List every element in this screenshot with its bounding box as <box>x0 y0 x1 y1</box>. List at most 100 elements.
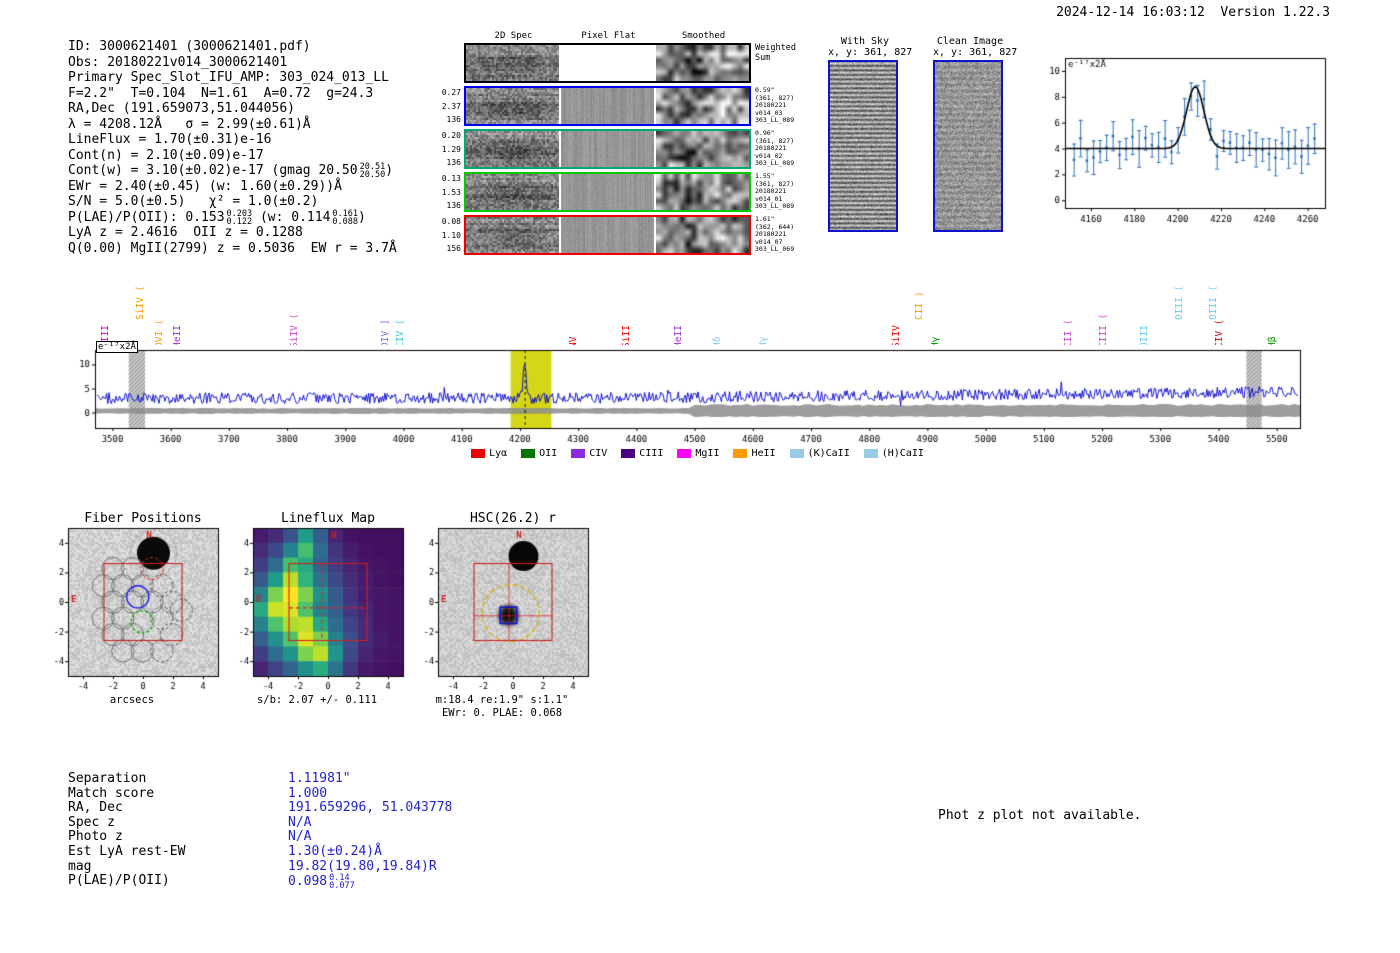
match-table-value: 19.82(19.80,19.84)R <box>288 860 437 875</box>
emission-line-label: CII ( <box>1063 319 1074 348</box>
stacked-fraction: 0.2030.122 <box>225 210 253 226</box>
spec2d-row: WeightedSum <box>438 43 803 83</box>
spec2d-row-right-labels: WeightedSum <box>751 43 803 83</box>
text-segment: S/N = 5.0(±0.5) χ² = 1.0(±0.2) <box>68 194 318 209</box>
detection-info-block: ID: 3000621401 (3000621401.pdf)Obs: 2018… <box>68 39 397 256</box>
spec2d-row-images <box>464 43 751 83</box>
with-sky-title: With Sky <box>828 36 902 47</box>
text-segment: LineFlux = 1.70(±0.31)e-16 <box>68 132 272 147</box>
spec2d-left-value: 136 <box>438 158 461 167</box>
text-segment: 0.098 <box>288 874 327 889</box>
match-table-value: 1.000 <box>288 787 327 802</box>
spec2d-row-images <box>464 86 751 126</box>
pixel-flat-image <box>561 174 654 210</box>
spec2d-left-value: 136 <box>438 115 461 124</box>
text-segment: Obs: 20180221v014_3000621401 <box>68 55 287 70</box>
legend-label: HeII <box>751 448 775 459</box>
spec2d-left-value: 0.20 <box>438 131 461 140</box>
stacked-fraction: 20.5120.50 <box>358 163 386 179</box>
legend-swatch <box>790 449 804 458</box>
emission-line-label: OIV ] <box>380 319 391 348</box>
info-line: P(LAE)/P(OII): 0.1530.2030.122 (w: 0.114… <box>68 210 397 226</box>
info-line: Cont(w) = 3.10(±0.02)e-17 (gmag 20.5020.… <box>68 163 397 179</box>
info-line: λ = 4208.12Å σ = 2.99(±0.61)Å <box>68 117 397 133</box>
spec2d-right-label: 303_LL_089 <box>755 117 803 125</box>
match-table-value: 1.11981" <box>288 772 351 787</box>
match-table-row: Separation1.11981" <box>68 772 452 787</box>
text-segment: Cont(n) = 2.10(±0.09)e-17 <box>68 148 264 163</box>
legend-swatch <box>864 449 878 458</box>
lineflux-caption: s/b: 2.07 +/- 0.111 <box>225 694 409 706</box>
stacked-fraction: 0.140.077 <box>327 874 355 890</box>
spec2d-right-label: 303_LL_089 <box>755 203 803 211</box>
match-table-label: Separation <box>68 772 288 787</box>
emission-line-label: CII ) <box>914 291 925 320</box>
clean-image-title: Clean Image <box>933 36 1007 47</box>
spec2d-left-value: 0.27 <box>438 88 461 97</box>
spec2d-column-headers: 2D Spec Pixel Flat Smoothed <box>466 31 803 41</box>
text-segment: ) <box>358 210 366 225</box>
legend-item: HeII <box>733 448 775 459</box>
match-table-label: P(LAE)/P(OII) <box>68 874 288 889</box>
match-table: Separation1.11981"Match score1.000RA, De… <box>68 772 452 889</box>
legend-item: OII <box>521 448 557 459</box>
clean-image-panel: Clean Image x, y: 361, 827 <box>933 36 1007 232</box>
match-table-value: 191.659296, 51.043778 <box>288 801 452 816</box>
spec2d-right-label: 303_LL_089 <box>755 160 803 168</box>
legend-item: (H)CaII <box>864 448 924 459</box>
spec2d-row-images <box>464 172 751 212</box>
spec2d-right-label: Sum <box>755 54 803 64</box>
spec2d-rows: WeightedSum0.272.371360.59"(361, 827)201… <box>438 43 803 255</box>
photz-note: Phot z plot not available. <box>938 808 1142 823</box>
spec2d-blank-cell <box>561 45 654 81</box>
match-table-row: mag19.82(19.80,19.84)R <box>68 860 452 875</box>
spec2d-row-left-labels: 0.20 1.29 136 <box>438 129 464 169</box>
smoothed-image <box>656 174 749 210</box>
spec2d-row-left-labels: 0.081.10156 <box>438 215 464 255</box>
spec2d-row: 0.272.371360.59"(361, 827)20180221v014_0… <box>438 86 803 126</box>
spec2d-row-left-labels <box>438 43 464 83</box>
info-line: S/N = 5.0(±0.5) χ² = 1.0(±0.2) <box>68 194 397 210</box>
match-table-row: P(LAE)/P(OII)0.0980.140.077 <box>68 874 452 889</box>
spec2d-left-value: 0.13 <box>438 174 461 183</box>
spec2d-header-pixelflat: Pixel Flat <box>561 31 656 41</box>
smoothed-image <box>656 45 749 81</box>
timestamp-version: 2024-12-14 16:03:12 Version 1.22.3 <box>1056 5 1330 20</box>
match-table-label: Est LyA rest-EW <box>68 845 288 860</box>
match-table-row: Match score1.000 <box>68 787 452 802</box>
spec2d-row-left-labels: 0.131.53136 <box>438 172 464 212</box>
text-segment: 1.30(±0.24)Å <box>288 844 382 859</box>
with-sky-image <box>828 60 898 232</box>
spec2d-left-value: 2.37 <box>438 102 461 111</box>
hsc-caption-1: m:18.4 re:1.9" s:1.1" <box>410 694 594 706</box>
spec2d-left-value: 156 <box>438 244 461 253</box>
spec2d-row-right-labels: 0.96"(361, 827)20180221v014_02303_LL_089 <box>751 129 803 169</box>
text-segment: λ = 4208.12Å σ = 2.99(±0.61)Å <box>68 117 311 132</box>
legend-swatch <box>571 449 585 458</box>
spec2d-row: 0.131.531361.55"(361, 827)20180221v014_0… <box>438 172 803 212</box>
spec2d-left-value: 0.08 <box>438 217 461 226</box>
spec2d-left-value: 136 <box>438 201 461 210</box>
match-table-row: Photo zN/A <box>68 830 452 845</box>
spec2d-panel: 2D Spec Pixel Flat Smoothed WeightedSum 0… <box>438 31 803 258</box>
hsc-cutout-plot <box>410 524 594 692</box>
legend-item: (K)CaII <box>790 448 850 459</box>
legend-swatch <box>621 449 635 458</box>
match-table-label: mag <box>68 860 288 875</box>
smoothed-image <box>656 217 749 253</box>
legend-item: CIV <box>571 448 607 459</box>
spec2d-left-value: 1.29 <box>438 145 461 154</box>
legend-label: (K)CaII <box>808 448 850 459</box>
hsc-caption-2: EWr: 0. PLAE: 0.068 <box>410 707 594 719</box>
legend-label: (H)CaII <box>882 448 924 459</box>
spec2d-row-left-labels: 0.27 2.37 136 <box>438 86 464 126</box>
spec2d-image <box>466 45 559 81</box>
spec2d-header-smoothed: Smoothed <box>656 31 751 41</box>
emission-line-label: SiIV ( <box>135 286 146 320</box>
info-line: LineFlux = 1.70(±0.31)e-16 <box>68 132 397 148</box>
clean-image-coords: x, y: 361, 827 <box>933 47 1007 58</box>
info-line: Obs: 20180221v014_3000621401 <box>68 55 397 71</box>
spec2d-row-images <box>464 129 751 169</box>
info-line: Primary Spec_Slot_IFU_AMP: 303_024_013_L… <box>68 70 397 86</box>
match-table-row: Spec zN/A <box>68 816 452 831</box>
